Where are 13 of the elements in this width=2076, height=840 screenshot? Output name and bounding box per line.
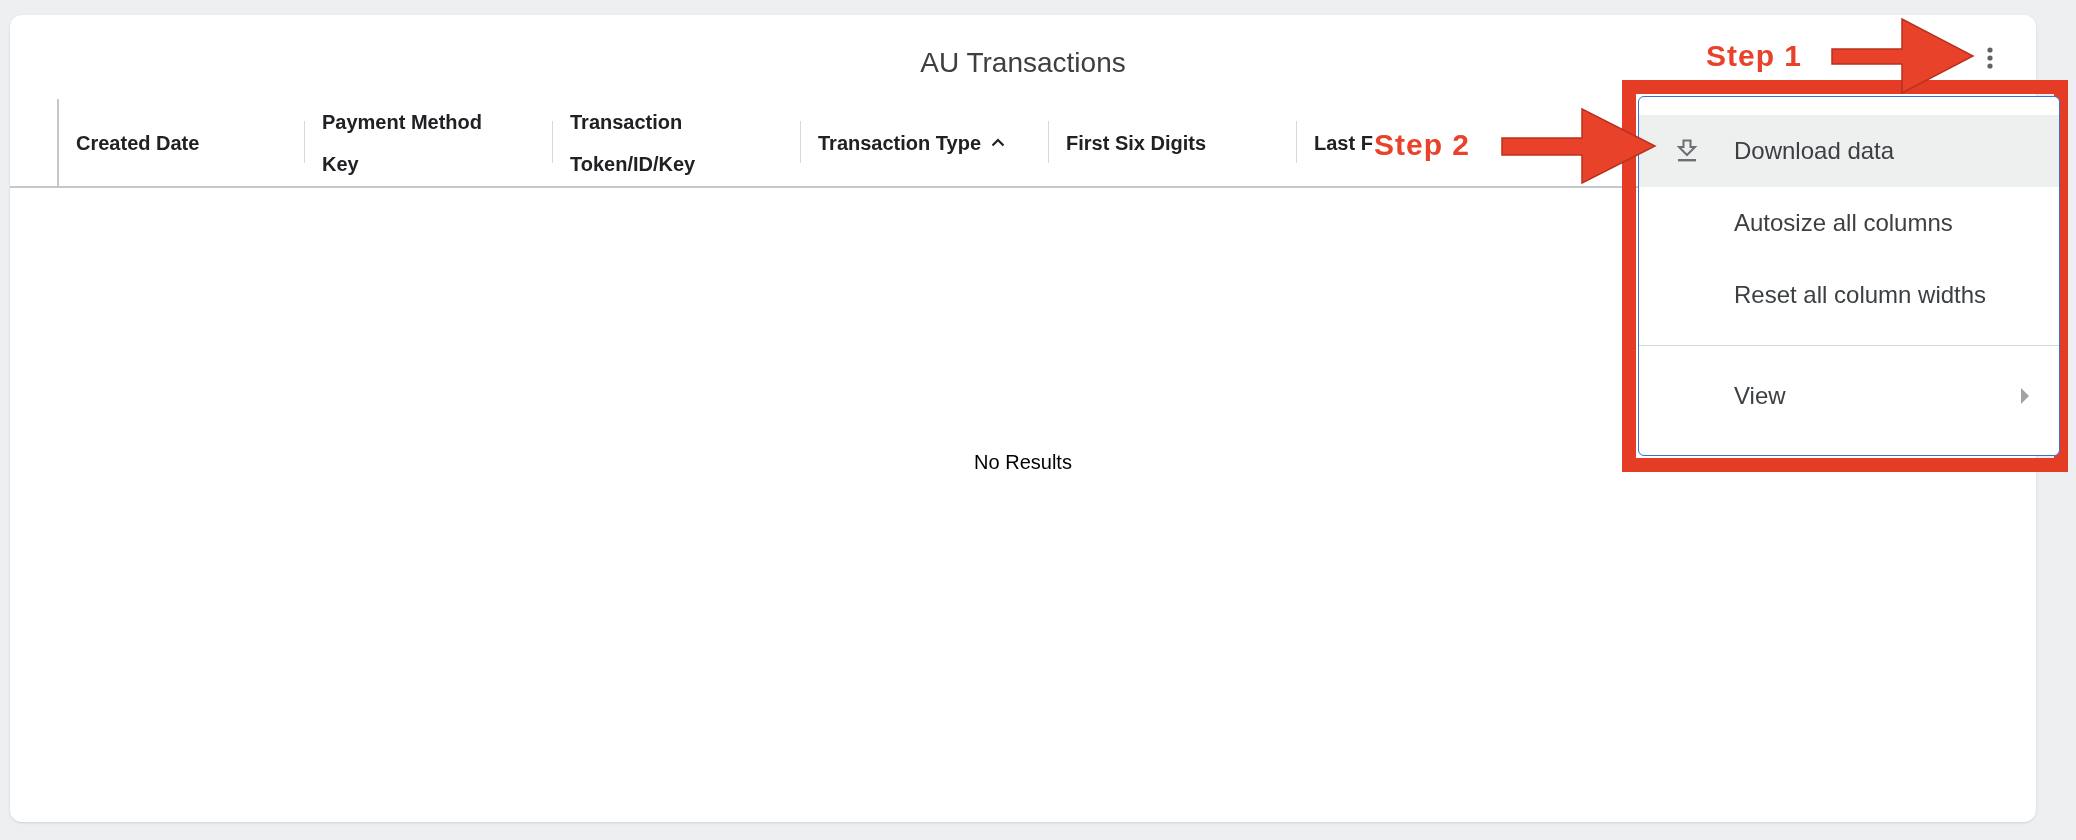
table-title: AU Transactions bbox=[920, 46, 1126, 80]
column-header[interactable]: First Six Digits bbox=[1066, 121, 1207, 164]
annotation-label: Step 1 bbox=[1706, 38, 1803, 74]
download-icon bbox=[1676, 139, 1698, 163]
column-header[interactable]: Last F bbox=[1314, 121, 1373, 164]
menu-item[interactable]: Download data bbox=[1639, 115, 2059, 187]
empty-message: No Results bbox=[974, 450, 1072, 474]
column-header[interactable]: Transaction Token/ID/Key bbox=[570, 100, 760, 185]
more-vertical-icon bbox=[1987, 47, 1993, 69]
column-header[interactable]: Payment Method Key bbox=[322, 100, 512, 185]
column-header[interactable]: Created Date bbox=[76, 121, 200, 164]
column-header[interactable]: Transaction Type bbox=[818, 121, 1005, 164]
submenu-arrow-icon bbox=[2021, 388, 2029, 404]
